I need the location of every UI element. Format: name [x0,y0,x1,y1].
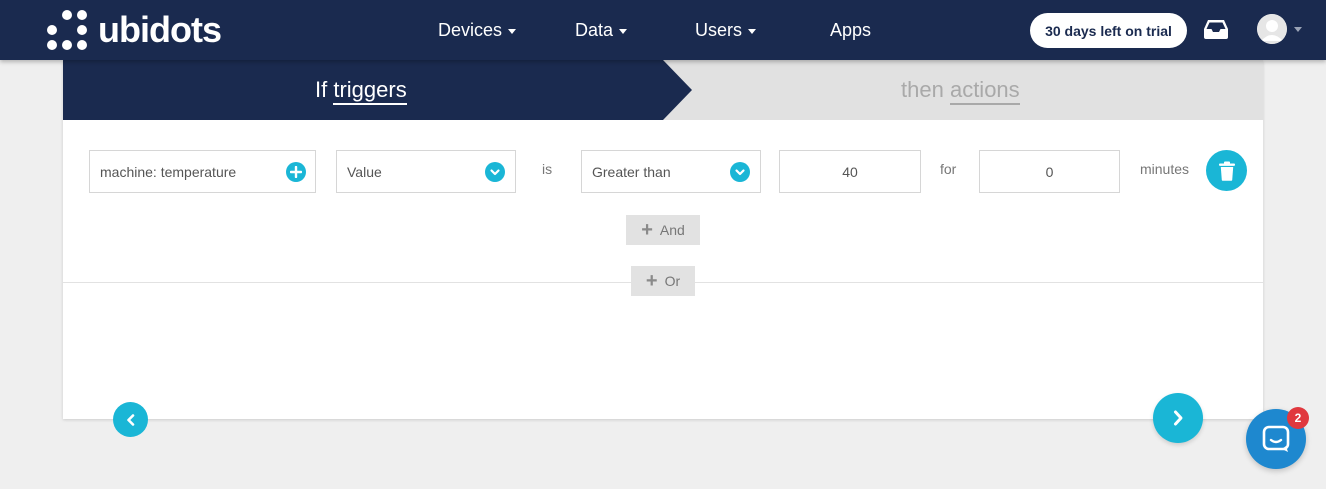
is-label: is [542,161,553,177]
next-step-button[interactable] [1153,393,1203,443]
ubidots-logo[interactable]: ubidots [46,9,222,51]
nav-users-label: Users [695,20,743,40]
threshold-value-input[interactable]: 40 [779,150,921,193]
add-variable-icon[interactable] [286,162,306,182]
plus-icon: + [641,219,653,241]
nav-data-label: Data [575,20,614,40]
step-actions-label: then actions [901,76,1020,105]
top-navbar: ubidots Devices Data Users Apps 30 days … [0,0,1326,60]
delete-condition-button[interactable] [1206,150,1247,191]
caret-down-icon [508,28,517,34]
operator-select[interactable]: Greater than [581,150,761,193]
for-label: for [940,161,957,177]
step-triggers-link: triggers [333,77,407,105]
and-label: And [659,222,685,238]
chevron-right-icon [1174,410,1183,426]
brand-name: ubidots [98,9,222,50]
previous-step-button[interactable] [113,402,148,437]
step-triggers[interactable]: If triggers [63,60,692,120]
avatar-caret-down-icon[interactable] [1294,27,1302,32]
chat-unread-badge: 2 [1287,407,1309,429]
chevron-down-icon [485,162,505,182]
user-avatar-icon[interactable] [1257,14,1287,44]
step-then-word: then [901,77,944,102]
ubidots-dots-logo-icon [46,9,88,51]
chat-icon [1262,425,1290,452]
event-builder-card: If triggers then actions machine: temper… [63,60,1263,443]
nav-apps-label: Apps [830,20,872,40]
property-select[interactable]: Value [336,150,516,193]
add-or-condition-button[interactable]: + Or [631,266,695,296]
minutes-label: minutes [1140,161,1190,177]
variable-select-value: machine: temperature [100,163,237,180]
step-if-word: If [315,77,328,102]
chevron-down-icon [730,162,750,182]
add-and-condition-button[interactable]: + And [626,215,700,245]
chevron-left-icon [126,413,134,426]
step-triggers-label: If triggers [315,76,407,105]
duration-input[interactable]: 0 [979,150,1120,193]
nav-devices-label: Devices [438,20,503,40]
nav-users[interactable]: Users [695,19,757,41]
property-select-value: Value [347,163,382,180]
variable-select[interactable]: machine: temperature [89,150,316,193]
nav-data[interactable]: Data [575,19,628,41]
nav-devices[interactable]: Devices [438,19,517,41]
or-label: Or [664,273,681,289]
nav-apps[interactable]: Apps [830,19,871,41]
operator-select-value: Greater than [592,163,671,180]
plus-icon: + [645,270,658,292]
caret-down-icon [619,28,628,34]
trial-days-button[interactable]: 30 days left on trial [1030,13,1187,48]
trash-icon [1218,161,1235,181]
step-actions-link: actions [949,77,1020,105]
inbox-icon[interactable] [1203,18,1229,40]
caret-down-icon [748,28,757,34]
step-header: If triggers then actions [63,60,1263,120]
